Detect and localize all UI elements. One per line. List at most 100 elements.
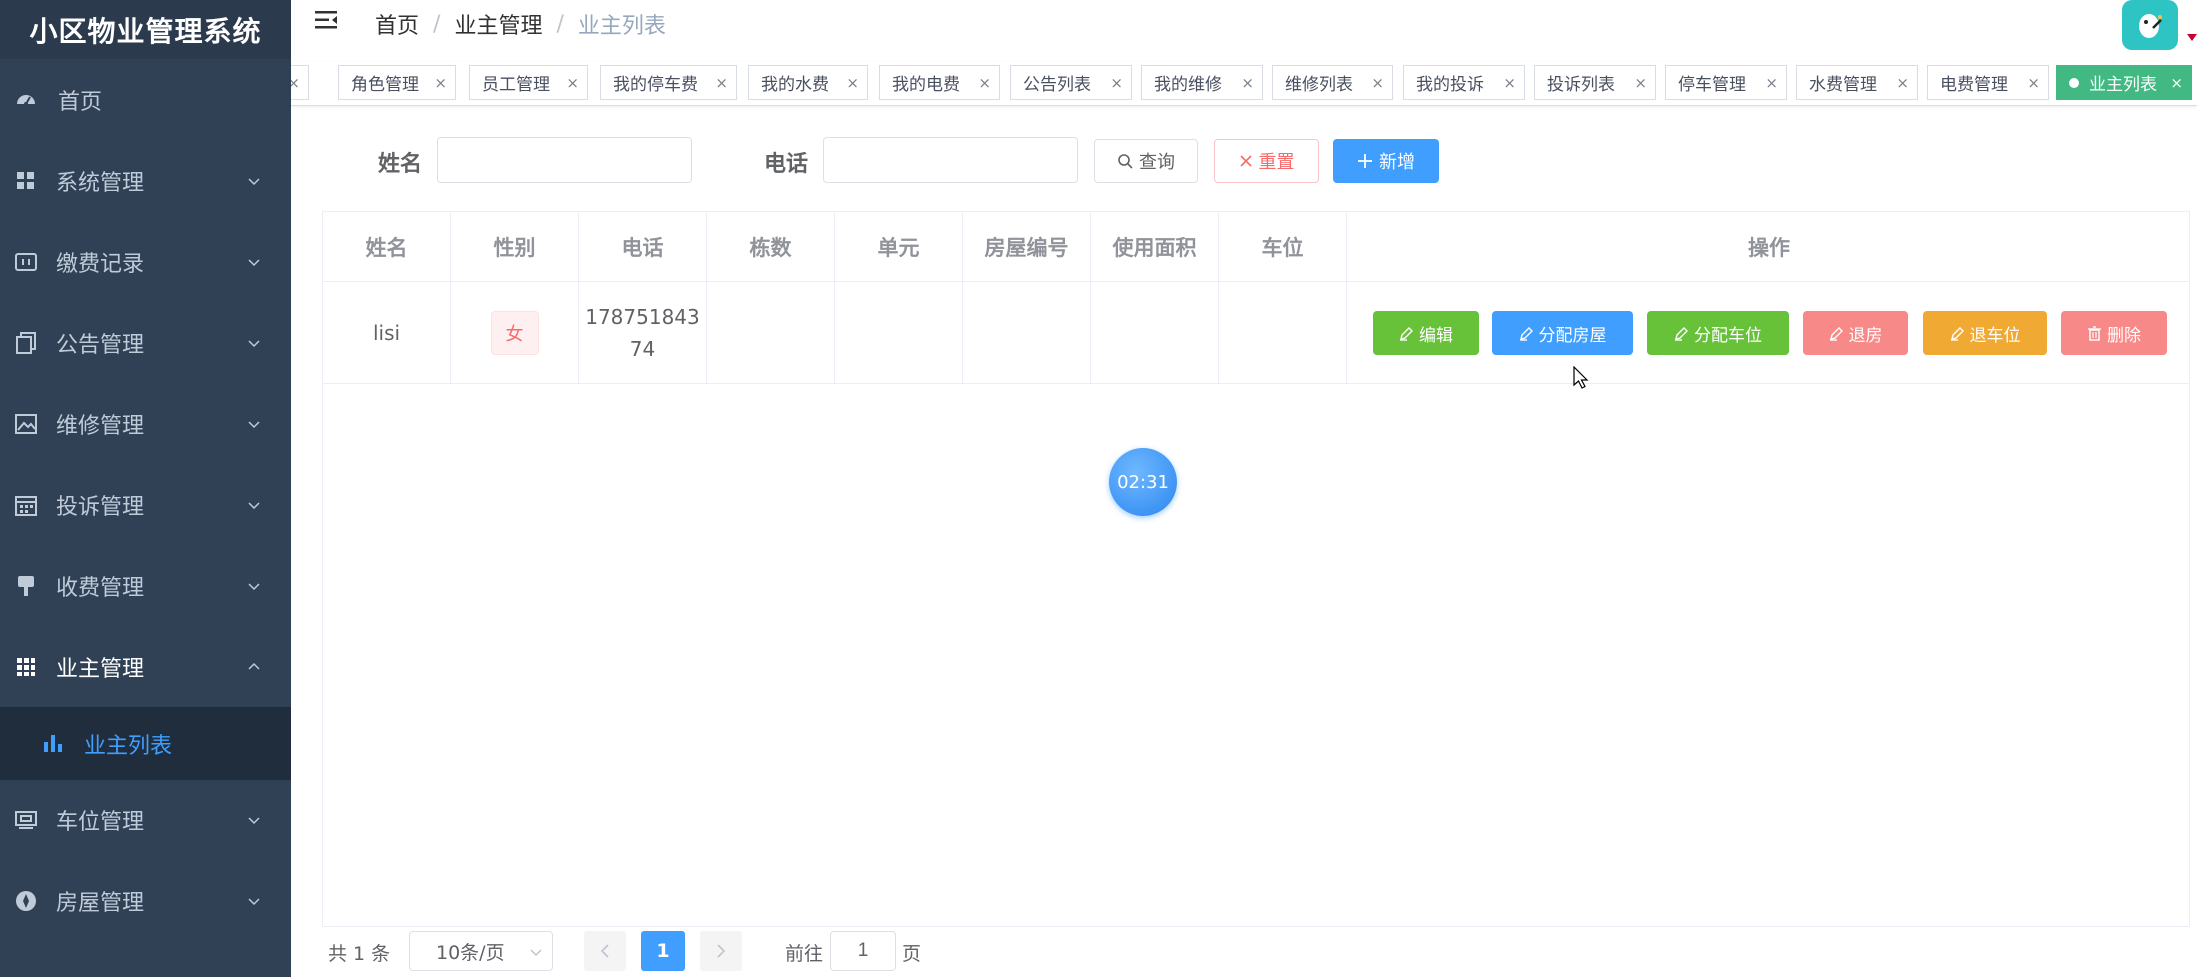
page-size-select[interactable]: 10条/页: [409, 931, 553, 971]
close-icon[interactable]: ×: [978, 74, 991, 92]
tag-item[interactable]: 我的停车费 ×: [600, 65, 737, 100]
reset-button[interactable]: 重置: [1214, 139, 1319, 183]
breadcrumb-owner-management[interactable]: 业主管理: [454, 8, 542, 40]
tag-item[interactable]: 角色管理 ×: [338, 65, 456, 100]
header-unit: 单元: [835, 212, 963, 281]
close-icon[interactable]: ×: [434, 74, 447, 92]
sidebar-item-announcements[interactable]: 公告管理: [0, 302, 291, 383]
breadcrumb-home[interactable]: 首页: [375, 8, 419, 40]
cell-parking: [1219, 282, 1347, 383]
table-header: 姓名 性别 电话 栋数 单元 房屋编号 使用面积 车位 操作: [323, 212, 2189, 282]
sidebar-item-system[interactable]: 系统管理: [0, 140, 291, 221]
tag-item[interactable]: 我的维修 ×: [1141, 65, 1263, 100]
edit-button[interactable]: 编辑: [1373, 311, 1479, 355]
edit-icon: [1519, 326, 1533, 341]
assign-parking-button[interactable]: 分配车位: [1647, 311, 1789, 355]
sidebar-item-home[interactable]: 首页: [0, 59, 291, 140]
header-actions: 操作: [1748, 235, 1790, 260]
tag-label: 我的维修: [1154, 75, 1222, 95]
query-button[interactable]: 查询: [1094, 139, 1198, 183]
cell-unit: [835, 282, 963, 383]
table-row: lisi 女 17875184374 编辑 分配房屋 分配车位 退房 退车位 删…: [323, 282, 2189, 384]
sidebar-item-parking[interactable]: 车位管理: [0, 780, 291, 860]
tag-item[interactable]: 水费管理 ×: [1796, 65, 1918, 100]
close-icon[interactable]: ×: [291, 74, 300, 92]
goto-page-input[interactable]: [830, 931, 896, 971]
sidebar-item-label: 业主管理: [56, 656, 145, 682]
sidebar-item-houses[interactable]: 房屋管理: [0, 860, 291, 941]
tag-item[interactable]: 我的电费 ×: [879, 65, 1000, 100]
caret-down-icon[interactable]: [2187, 34, 2197, 41]
prev-page-button[interactable]: [584, 931, 626, 971]
assign-house-button[interactable]: 分配房屋: [1492, 311, 1633, 355]
chevron-down-icon: [248, 177, 260, 185]
tag-label: 我的电费: [892, 75, 960, 95]
close-icon[interactable]: ×: [566, 74, 579, 92]
tag-item[interactable]: 电费管理 ×: [1927, 65, 2049, 100]
receipt-icon: [14, 250, 38, 274]
avatar[interactable]: [2122, 0, 2178, 50]
chevron-left-icon: [600, 944, 609, 958]
edit-button-label: 编辑: [1419, 325, 1453, 346]
sidebar-item-label: 缴费记录: [56, 251, 145, 277]
tag-item[interactable]: 投诉列表 ×: [1534, 65, 1656, 100]
hamburger-icon[interactable]: [315, 10, 339, 30]
tag-active[interactable]: 业主列表 ×: [2056, 65, 2192, 100]
close-icon[interactable]: ×: [846, 74, 859, 92]
close-icon[interactable]: ×: [1241, 74, 1254, 92]
close-icon[interactable]: ×: [1110, 74, 1123, 92]
sidebar-item-complaints[interactable]: 投诉管理: [0, 464, 291, 545]
sidebar-item-label: 房屋管理: [56, 890, 145, 916]
tag-item[interactable]: 员工管理 ×: [469, 65, 588, 100]
tag-label: 维修列表: [1285, 75, 1353, 95]
tag-label: 公告列表: [1023, 75, 1091, 95]
tag-item[interactable]: 公告列表 ×: [1010, 65, 1132, 100]
close-icon[interactable]: ×: [2170, 74, 2183, 92]
header-gender: 性别: [451, 212, 579, 281]
tag-label: 我的投诉: [1416, 75, 1484, 95]
apps-icon: [14, 655, 38, 679]
delete-button-label: 删除: [2107, 325, 2141, 346]
tag-item[interactable]: 停车管理 ×: [1665, 65, 1787, 100]
edit-icon: [1829, 326, 1843, 341]
tag-item[interactable]: 我的投诉 ×: [1403, 65, 1525, 100]
breadcrumb-current: 业主列表: [577, 14, 666, 39]
sidebar-item-maintenance[interactable]: 维修管理: [0, 383, 291, 464]
close-icon[interactable]: ×: [1765, 74, 1778, 92]
chevron-down-icon: [248, 339, 260, 347]
breadcrumb-separator: /: [556, 11, 564, 37]
add-button[interactable]: 新增: [1333, 139, 1439, 183]
checkout-house-button[interactable]: 退房: [1803, 311, 1908, 355]
chevron-down-icon: [248, 258, 260, 266]
mouse-cursor-icon: [1573, 366, 1589, 389]
next-page-button[interactable]: [700, 931, 742, 971]
release-parking-button[interactable]: 退车位: [1923, 311, 2047, 355]
close-icon[interactable]: ×: [1371, 74, 1384, 92]
tag-item[interactable]: 维修列表 ×: [1272, 65, 1393, 100]
sidebar-item-charges[interactable]: 收费管理: [0, 545, 291, 626]
chevron-right-icon: [717, 944, 726, 958]
close-icon[interactable]: ×: [1634, 74, 1647, 92]
goto-label: 前往: [785, 943, 824, 965]
sidebar-item-payment-records[interactable]: 缴费记录: [0, 221, 291, 302]
tag-item[interactable]: 我的水费 ×: [748, 65, 868, 100]
tag-label: 水费管理: [1809, 75, 1877, 95]
delete-button[interactable]: 删除: [2061, 311, 2167, 355]
close-icon: [1239, 155, 1252, 167]
sidebar-item-label: 投诉管理: [56, 494, 145, 520]
sidebar-subitem-label: 业主列表: [84, 733, 173, 759]
header-building: 栋数: [707, 212, 835, 281]
page-number-current[interactable]: 1: [641, 931, 685, 971]
close-icon[interactable]: ×: [1503, 74, 1516, 92]
sidebar-item-owners[interactable]: 业主管理: [0, 626, 291, 707]
header-house-no: 房屋编号: [963, 212, 1091, 281]
sidebar-subitem-owner-list[interactable]: 业主列表: [0, 707, 291, 780]
name-input[interactable]: [437, 137, 692, 183]
breadcrumb: 首页 / 业主管理 / 业主列表: [375, 8, 666, 40]
close-icon[interactable]: ×: [2027, 74, 2040, 92]
close-icon[interactable]: ×: [715, 74, 728, 92]
tag-partial[interactable]: ×: [291, 65, 309, 100]
phone-input[interactable]: [823, 137, 1078, 183]
close-icon[interactable]: ×: [1896, 74, 1909, 92]
brush-icon: [14, 574, 38, 598]
